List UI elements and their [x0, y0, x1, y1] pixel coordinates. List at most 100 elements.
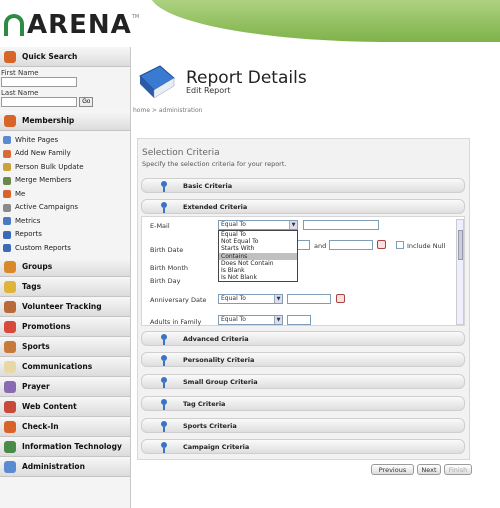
white-pages-icon — [3, 136, 11, 144]
sidebar-item-white-pages[interactable]: White Pages — [0, 133, 130, 147]
last-name-label: Last Name — [1, 89, 39, 97]
sidebar-section-label: Administration — [22, 461, 85, 471]
sidebar-section-label: Groups — [22, 261, 53, 271]
sidebar-item-label: Merge Members — [15, 176, 72, 185]
extended-criteria-body — [141, 216, 465, 326]
email-operator-select[interactable]: Equal To ▼ — [218, 220, 298, 230]
pin-icon — [161, 202, 167, 213]
sidebar-section-label: Sports — [22, 341, 50, 351]
personality-criteria-bar[interactable]: Personality Criteria — [141, 352, 465, 367]
first-name-input[interactable] — [1, 77, 77, 87]
campaign-criteria-bar[interactable]: Campaign Criteria — [141, 439, 465, 454]
next-button[interactable]: Next — [417, 464, 441, 475]
header: ARENA TM — [0, 0, 500, 47]
membership-header[interactable]: Membership — [0, 111, 130, 131]
sidebar-item-add-new-family[interactable]: Add New Family — [0, 147, 130, 161]
sidebar-section-label: Communications — [22, 361, 93, 371]
scrollbar-thumb[interactable] — [458, 230, 463, 260]
adults-in-family-label: Adults in Family — [150, 318, 202, 326]
anniversary-operator-select[interactable]: Equal To ▼ — [218, 294, 283, 304]
first-name-label: First Name — [1, 69, 39, 77]
extended-scrollbar[interactable] — [456, 219, 464, 325]
selection-criteria-description: Specify the selection criteria for your … — [142, 160, 287, 168]
extended-criteria-bar[interactable]: Extended Criteria — [141, 199, 465, 214]
quick-search-title: Quick Search — [22, 52, 78, 61]
basic-criteria-bar[interactable]: Basic Criteria — [141, 178, 465, 193]
birth-date-label: Birth Date — [150, 246, 184, 254]
adults-operator-select[interactable]: Equal To ▼ — [218, 315, 283, 325]
sidebar-item-active-campaigns[interactable]: Active Campaigns — [0, 201, 130, 215]
sidebar-section-volunteer-tracking[interactable]: Volunteer Tracking — [0, 296, 130, 317]
sidebar: Quick Search First Name Last Name Go Mem… — [0, 47, 131, 508]
section-list: Groups Tags Volunteer Tracking Promotion… — [0, 256, 130, 477]
go-button[interactable]: Go — [79, 97, 94, 107]
include-null-checkbox[interactable] — [396, 241, 404, 249]
sidebar-section-communications[interactable]: Communications — [0, 356, 130, 377]
tag-criteria-bar[interactable]: Tag Criteria — [141, 396, 465, 411]
metrics-icon — [3, 217, 11, 225]
sidebar-section-label: Tags — [22, 281, 42, 291]
sidebar-item-reports[interactable]: Reports — [0, 228, 130, 242]
prayer-icon — [4, 380, 16, 393]
last-name-input[interactable] — [1, 97, 77, 107]
category-label: Tag Criteria — [183, 399, 226, 408]
finish-button[interactable]: Finish — [444, 464, 472, 475]
sidebar-section-administration[interactable]: Administration — [0, 456, 130, 477]
category-label: Small Group Criteria — [183, 377, 258, 386]
anniversary-value-input[interactable] — [287, 294, 331, 304]
breadcrumb[interactable]: home > administration — [133, 107, 202, 114]
dropdown-option[interactable]: Not Equal To — [219, 238, 297, 245]
calendar-icon[interactable] — [336, 294, 345, 303]
sidebar-section-prayer[interactable]: Prayer — [0, 376, 130, 397]
sidebar-item-merge-members[interactable]: Merge Members — [0, 174, 130, 188]
membership-list: White Pages Add New Family Person Bulk U… — [0, 131, 130, 255]
sidebar-item-person-bulk-update[interactable]: Person Bulk Update — [0, 160, 130, 174]
tags-icon — [4, 280, 16, 293]
sidebar-item-me[interactable]: Me — [0, 187, 130, 201]
sidebar-item-label: Person Bulk Update — [15, 162, 84, 171]
dropdown-option[interactable]: Starts With — [219, 245, 297, 252]
sidebar-section-information-technology[interactable]: Information Technology — [0, 436, 130, 457]
sidebar-section-promotions[interactable]: Promotions — [0, 316, 130, 337]
advanced-criteria-bar[interactable]: Advanced Criteria — [141, 331, 465, 346]
calendar-icon[interactable] — [377, 240, 386, 249]
dropdown-option[interactable]: Is Not Blank — [219, 274, 297, 281]
sidebar-section-label: Volunteer Tracking — [22, 301, 102, 311]
sidebar-section-groups[interactable]: Groups — [0, 256, 130, 277]
volunteer-icon — [4, 300, 16, 313]
previous-button[interactable]: Previous — [371, 464, 414, 475]
custom-reports-icon — [3, 244, 11, 252]
arch-icon — [4, 14, 24, 36]
sidebar-section-label: Web Content — [22, 401, 77, 411]
anniversary-date-label: Anniversary Date — [150, 296, 207, 304]
administration-icon — [4, 460, 16, 473]
quick-search-header[interactable]: Quick Search — [0, 47, 130, 67]
category-label: Personality Criteria — [183, 355, 255, 364]
adults-value-input[interactable] — [287, 315, 311, 325]
sidebar-item-metrics[interactable]: Metrics — [0, 214, 130, 228]
sidebar-item-custom-reports[interactable]: Custom Reports — [0, 241, 130, 255]
sidebar-section-web-content[interactable]: Web Content — [0, 396, 130, 417]
sidebar-section-tags[interactable]: Tags — [0, 276, 130, 297]
page-title: Report Details — [186, 68, 307, 88]
sidebar-section-label: Prayer — [22, 381, 50, 391]
dropdown-option[interactable]: Does Not Contain — [219, 260, 297, 267]
small-group-criteria-bar[interactable]: Small Group Criteria — [141, 374, 465, 389]
membership-label: Membership — [22, 116, 75, 125]
sidebar-item-label: Me — [15, 189, 26, 198]
dropdown-option[interactable]: Equal To — [219, 231, 297, 238]
dropdown-option-selected[interactable]: Contains — [219, 252, 297, 260]
birth-date-to-input[interactable] — [329, 240, 373, 250]
sidebar-section-check-in[interactable]: Check-In — [0, 416, 130, 437]
add-family-icon — [3, 149, 11, 158]
sports-criteria-bar[interactable]: Sports Criteria — [141, 418, 465, 433]
dropdown-option[interactable]: Is Blank — [219, 267, 297, 274]
select-value: Equal To — [221, 316, 246, 323]
category-label: Basic Criteria — [183, 181, 233, 190]
email-value-input[interactable] — [303, 220, 379, 230]
check-in-icon — [4, 420, 16, 433]
sidebar-item-label: White Pages — [15, 135, 59, 144]
sidebar-section-sports[interactable]: Sports — [0, 336, 130, 357]
sidebar-section-label: Check-In — [22, 421, 59, 431]
arena-logo[interactable]: ARENA TM — [4, 10, 139, 40]
